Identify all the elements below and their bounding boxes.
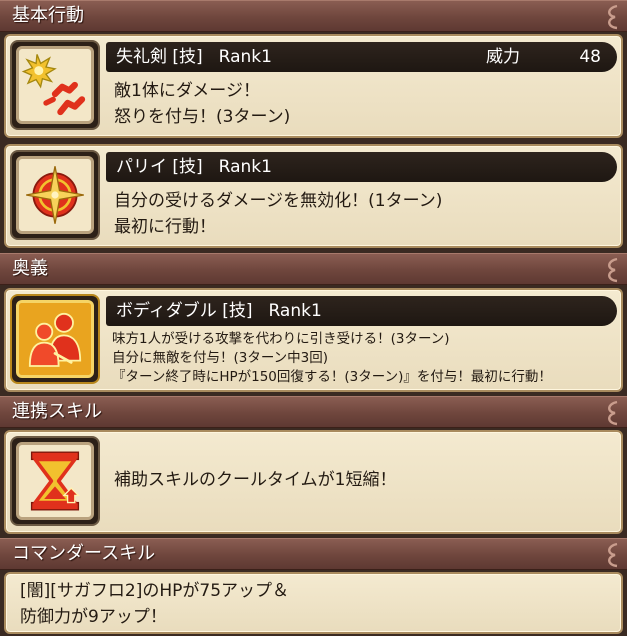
skill-name: パリイ [技] [116, 157, 203, 177]
skill-icon-frame [10, 294, 100, 384]
body-double-icon [19, 303, 91, 375]
power-value: 48 [579, 47, 601, 67]
description-line: 敵1体にダメージ！ [114, 81, 260, 101]
renkei-skill-description: 補助スキルのクールタイムが1短縮！ [114, 470, 397, 490]
description-line: 防御力が9アップ！ [20, 607, 167, 627]
scroll-curl-icon [608, 542, 618, 568]
skill-card-shitsurei[interactable]: 失礼剣 [技] Rank1 威力 48 敵1体にダメージ！ 怒りを付与！(3ターン… [4, 34, 623, 138]
hourglass-icon [30, 451, 81, 511]
skill-description: 敵1体にダメージ！ 怒りを付与！(3ターン) [114, 78, 290, 130]
skill-title-bar: 失礼剣 [技] Rank1 威力 48 [106, 42, 617, 72]
skill-description: 味方1人が受ける攻撃を代わりに引き受ける！(3ターン) 自分に無敵を付与！(3タ… [112, 330, 552, 387]
skill-name: 失礼剣 [技] [116, 47, 203, 67]
skill-icon-frame [10, 436, 100, 526]
section-title: 奥義 [12, 258, 48, 279]
commander-skill-description: [闇][サガフロ2]のHPが75アップ＆ 防御力が9アップ！ [20, 578, 289, 630]
renkei-skill-card[interactable]: 補助スキルのクールタイムが1短縮！ [4, 430, 623, 534]
scroll-curl-icon [608, 400, 618, 426]
section-header-basic-action: 基本行動 [0, 0, 627, 32]
scroll-curl-icon [608, 4, 618, 30]
scroll-curl-icon [608, 257, 618, 283]
description-line: 自分の受けるダメージを無効化！(1ターン) [114, 191, 443, 211]
commander-skill-card[interactable]: [闇][サガフロ2]のHPが75アップ＆ 防御力が9アップ！ [4, 572, 623, 634]
section-title: コマンダースキル [12, 543, 156, 564]
skill-icon-frame [10, 150, 100, 240]
section-title: 基本行動 [12, 5, 84, 26]
skill-rank: Rank1 [218, 157, 272, 177]
section-header-ougi: 奥義 [0, 253, 627, 285]
description-line: 味方1人が受ける攻撃を代わりに引き受ける！(3ターン) [112, 331, 450, 347]
description-line: 最初に行動！ [114, 217, 216, 237]
skill-card-bodydouble[interactable]: ボディダブル [技] Rank1 味方1人が受ける攻撃を代わりに引き受ける！(3タ… [4, 288, 623, 392]
parry-shield-icon [26, 166, 84, 224]
section-title: 連携スキル [12, 401, 102, 422]
skill-card-parry[interactable]: パリイ [技] Rank1 自分の受けるダメージを無効化！(1ターン) 最初に行動… [4, 144, 623, 248]
skill-rank: Rank1 [268, 301, 322, 321]
anger-burst-icon [21, 54, 86, 116]
skill-rank: Rank1 [218, 47, 272, 67]
skill-title-bar: ボディダブル [技] Rank1 [106, 296, 617, 326]
description-line: [闇][サガフロ2]のHPが75アップ＆ [20, 581, 290, 601]
section-header-renkei: 連携スキル [0, 396, 627, 428]
description-line: 『ターン終了時にHPが150回復する！(3ターン)』を付与！最初に行動！ [112, 369, 552, 385]
skill-icon-frame [10, 40, 100, 130]
skill-description: 自分の受けるダメージを無効化！(1ターン) 最初に行動！ [114, 188, 442, 240]
skill-name: ボディダブル [技] [116, 301, 253, 321]
power-label: 威力 [486, 47, 520, 67]
section-header-commander: コマンダースキル [0, 538, 627, 570]
description-line: 怒りを付与！(3ターン) [114, 107, 291, 127]
skill-title-bar: パリイ [技] Rank1 [106, 152, 617, 182]
description-line: 自分に無敵を付与！(3ターン中3回) [112, 350, 329, 366]
